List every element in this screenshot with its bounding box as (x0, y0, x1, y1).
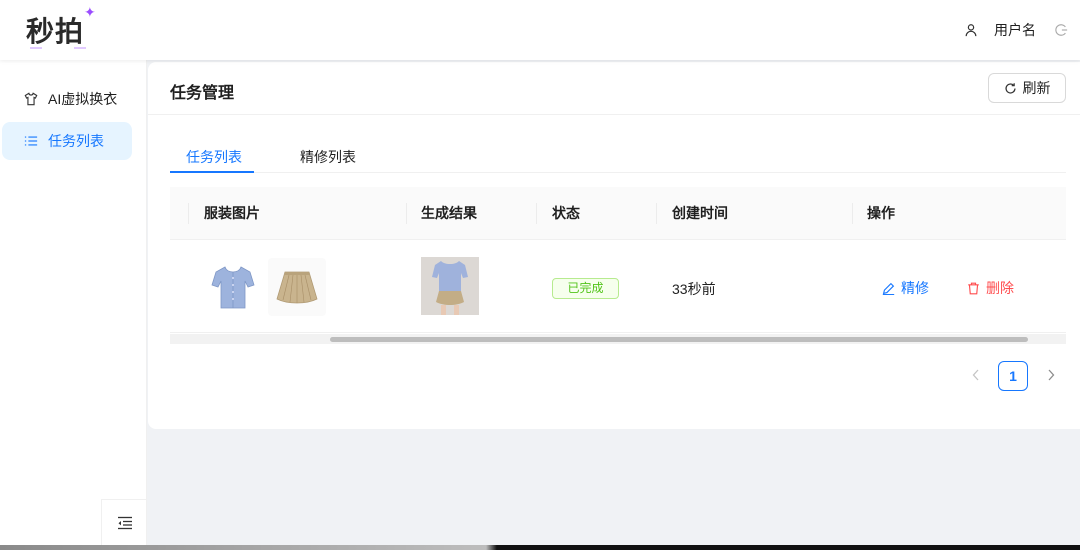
edit-icon (882, 282, 895, 295)
next-page-button[interactable] (1041, 361, 1061, 389)
list-icon (24, 134, 38, 148)
task-table: 服装图片 生成结果 状态 创建时间 操作 已完成 33秒前 精修 删除 (170, 187, 1066, 334)
trash-icon (968, 282, 979, 294)
shirt-icon (24, 92, 38, 106)
created-time: 33秒前 (672, 281, 716, 297)
refresh-button[interactable]: 刷新 (988, 73, 1066, 103)
delete-label: 删除 (986, 280, 1014, 296)
horizontal-scrollbar[interactable] (170, 334, 1066, 344)
task-management-card: 任务管理 刷新 任务列表 精修列表 服装图片 生成结果 状态 创建时间 操作 已… (148, 62, 1080, 429)
sidebar-item-label: 任务列表 (48, 133, 104, 149)
column-separator (406, 203, 407, 224)
tab-task-list[interactable]: 任务列表 (186, 147, 242, 167)
garment-image-skirt[interactable] (268, 258, 326, 316)
garment-image-shirt[interactable] (204, 258, 262, 316)
logo[interactable]: 秒拍 ✦ (26, 4, 101, 54)
table-header: 服装图片 生成结果 状态 创建时间 操作 (170, 187, 1066, 240)
collapse-sidebar-button[interactable] (101, 499, 147, 545)
bottom-edge-bar (0, 545, 1080, 550)
scrollbar-thumb[interactable] (330, 337, 1028, 342)
user-name[interactable]: 用户名 (994, 20, 1036, 40)
user-icon (965, 24, 977, 37)
card-header: 任务管理 刷新 (148, 62, 1080, 115)
sidebar-item-label: AI虚拟换衣 (48, 91, 118, 107)
column-header-actions: 操作 (867, 205, 895, 221)
sidebar: AI虚拟换衣 任务列表 (0, 60, 147, 550)
sparkle-icon: ✦ (84, 4, 96, 20)
prev-page-button[interactable] (966, 361, 986, 389)
logo-text: 秒拍 (26, 15, 85, 48)
logo-subtitle (30, 45, 86, 53)
column-separator (188, 203, 189, 224)
column-header-result: 生成结果 (421, 205, 477, 221)
chevron-left-icon (972, 369, 979, 381)
column-separator (852, 203, 853, 224)
column-separator (656, 203, 657, 224)
chevron-right-icon (1048, 369, 1055, 381)
reload-icon (1004, 82, 1016, 94)
page-title: 任务管理 (170, 85, 235, 102)
retouch-label: 精修 (901, 280, 929, 296)
retouch-button[interactable]: 精修 (882, 278, 929, 298)
tab-bar: 任务列表 精修列表 (170, 139, 1066, 173)
tab-retouch-list[interactable]: 精修列表 (300, 147, 356, 167)
menu-fold-icon (117, 516, 132, 529)
column-header-created: 创建时间 (672, 205, 728, 221)
table-row: 已完成 33秒前 精修 删除 (170, 240, 1066, 333)
logout-icon[interactable] (1054, 23, 1068, 37)
sidebar-item-ai-tryon[interactable]: AI虚拟换衣 (2, 80, 132, 118)
result-image[interactable] (421, 257, 479, 315)
sidebar-item-task-list[interactable]: 任务列表 (2, 122, 132, 160)
column-header-garment: 服装图片 (204, 205, 260, 221)
column-separator (536, 203, 537, 224)
delete-button[interactable]: 删除 (967, 278, 1014, 298)
column-header-status: 状态 (552, 205, 580, 221)
status-badge: 已完成 (552, 278, 619, 299)
page-number-1[interactable]: 1 (998, 361, 1028, 391)
tab-active-indicator (170, 171, 254, 173)
refresh-label: 刷新 (1022, 80, 1051, 96)
top-header: 秒拍 ✦ 用户名 (0, 0, 1080, 60)
